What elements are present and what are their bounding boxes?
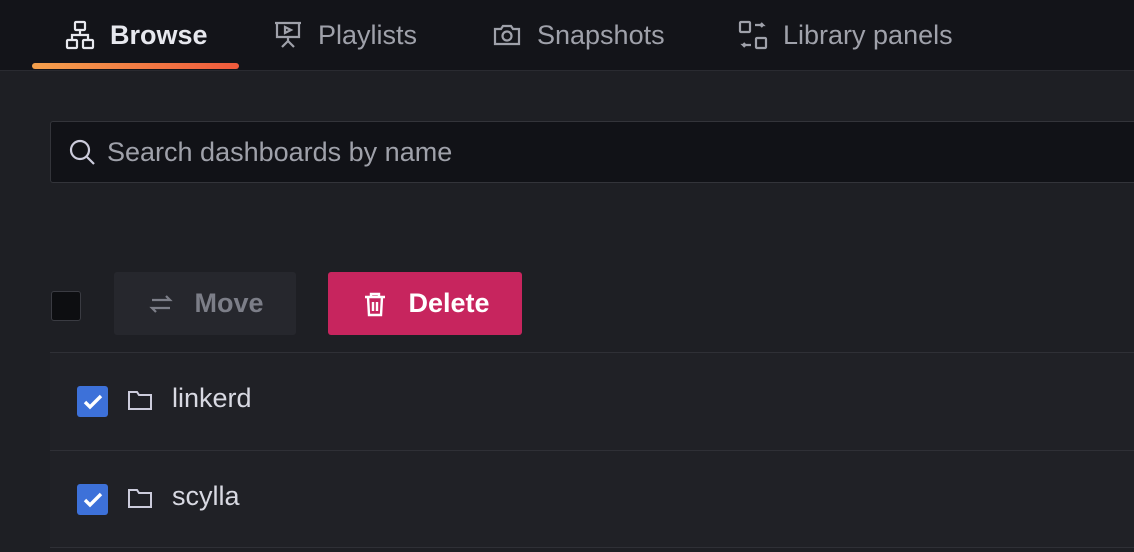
swap-arrows-icon: [149, 294, 174, 313]
select-all-checkbox[interactable]: [51, 291, 81, 321]
tab-library-panels[interactable]: Library panels: [737, 0, 953, 70]
sitemap-icon: [65, 20, 95, 50]
folder-icon: [128, 489, 152, 508]
check-icon: [83, 394, 102, 409]
tab-bar: Browse Playlists Snapshots Library panel…: [0, 0, 1134, 71]
tab-label: Browse: [110, 19, 208, 50]
trash-icon: [365, 292, 386, 316]
row-checkbox[interactable]: [77, 386, 108, 417]
folder-row-linkerd[interactable]: linkerd: [50, 352, 1134, 450]
move-button-label: Move: [194, 288, 264, 318]
move-button[interactable]: Move: [114, 272, 296, 335]
folder-icon: [128, 391, 152, 410]
tab-label: Library panels: [783, 19, 953, 50]
tab-snapshots[interactable]: Snapshots: [491, 0, 665, 70]
search-box[interactable]: [50, 121, 1134, 183]
row-checkbox[interactable]: [77, 484, 108, 515]
tab-label: Playlists: [318, 19, 418, 50]
delete-button[interactable]: Delete: [328, 272, 522, 335]
folder-name[interactable]: scylla: [172, 481, 240, 512]
check-icon: [83, 492, 102, 507]
delete-button-label: Delete: [408, 288, 490, 318]
presentation-icon: [275, 21, 301, 48]
apps-icon: [738, 20, 768, 50]
tab-browse[interactable]: Browse: [64, 0, 208, 70]
search-icon: [69, 139, 95, 165]
tab-playlists[interactable]: Playlists: [272, 0, 417, 70]
folder-name[interactable]: linkerd: [172, 383, 252, 414]
active-tab-indicator: [32, 63, 239, 69]
folder-row-scylla[interactable]: scylla: [50, 450, 1134, 548]
tab-label: Snapshots: [537, 19, 665, 50]
search-input[interactable]: [107, 122, 1134, 182]
folder-list: linkerd scylla: [50, 352, 1134, 548]
camera-icon: [493, 24, 521, 46]
